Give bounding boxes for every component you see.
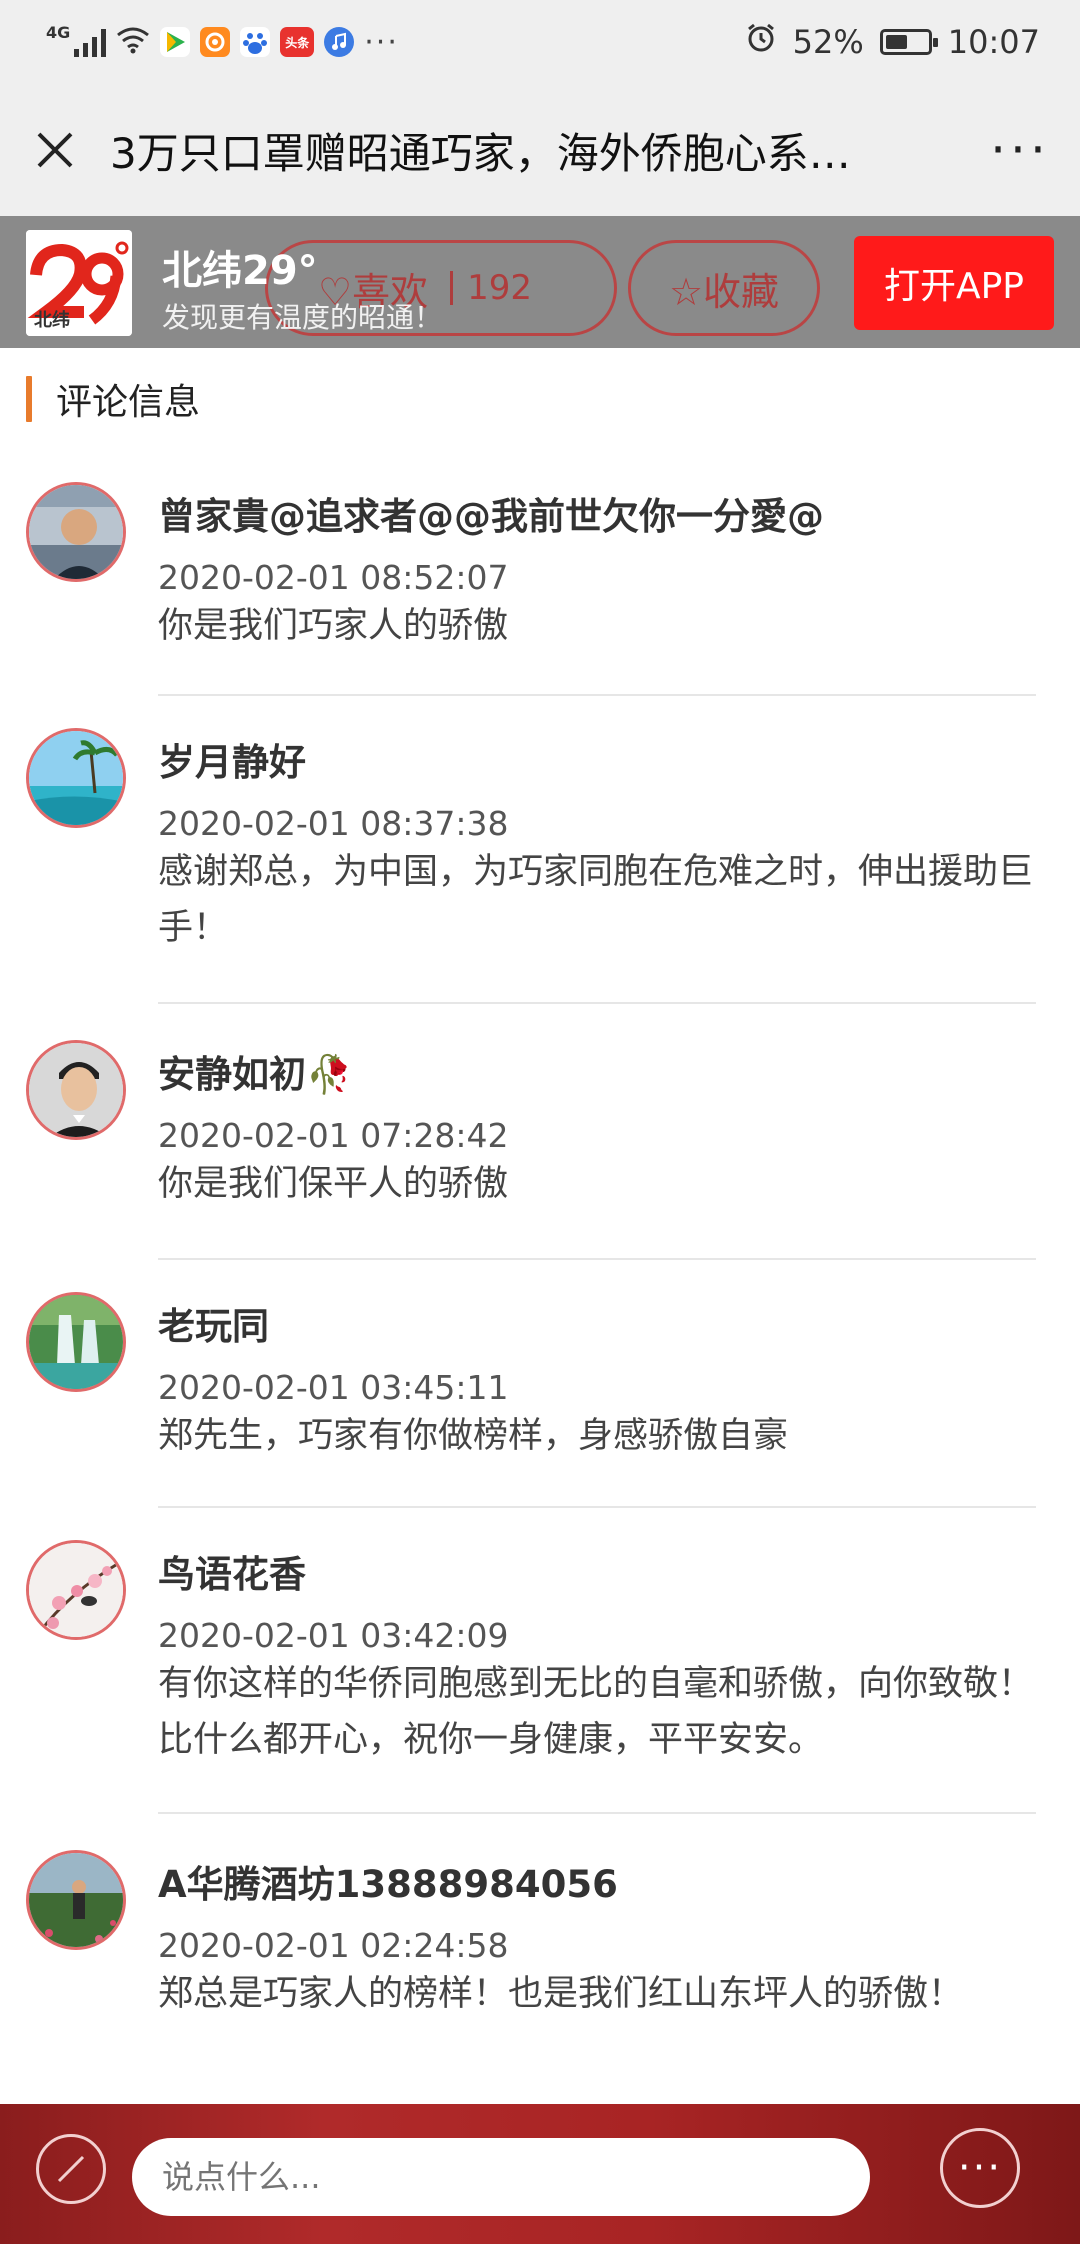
blossom-avatar[interactable] xyxy=(26,1540,126,1640)
pen-icon xyxy=(57,2155,85,2183)
comment-author[interactable]: 曾家貴@追求者@@我前世欠你一分愛@ xyxy=(158,486,824,540)
waterfall-avatar[interactable] xyxy=(26,1292,126,1392)
title-bar: 3万只口罩赠昭通巧家，海外侨胞心系… ··· xyxy=(0,84,1080,216)
status-bar: 4G 头条 ··· 52% 10:07 xyxy=(0,0,1080,84)
comment-divider xyxy=(158,1812,1036,1814)
comment-text: 郑先生，巧家有你做榜样，身感骄傲自豪 xyxy=(158,1416,789,1456)
close-icon xyxy=(37,132,73,168)
comment-divider xyxy=(158,1506,1036,1508)
comment-author[interactable]: A华腾酒坊13888984056 xyxy=(158,1854,618,1908)
more-notifications-icon: ··· xyxy=(364,24,399,60)
more-options-button[interactable]: ··· xyxy=(960,84,1080,216)
toutiao-icon: 头条 xyxy=(280,27,315,57)
logo-text: 北纬 xyxy=(34,310,70,331)
app-banner: 北纬 ♡喜欢 192 ☆收藏 北纬29° 发现更有温度的昭通！ 打开APP xyxy=(0,216,1080,348)
page-title: 3万只口罩赠昭通巧家，海外侨胞心系… xyxy=(110,128,851,178)
section-header: 评论信息 xyxy=(0,348,1080,450)
write-comment-button[interactable] xyxy=(36,2134,106,2204)
video-app-icon xyxy=(160,27,191,57)
comment-time: 2020-02-01 02:24:58 xyxy=(158,1926,509,1965)
comment-time: 2020-02-01 03:45:11 xyxy=(158,1368,509,1407)
beach-avatar[interactable] xyxy=(26,728,126,828)
open-app-button[interactable]: 打开APP xyxy=(854,236,1054,330)
baidu-icon xyxy=(240,27,271,57)
comment-time: 2020-02-01 08:37:38 xyxy=(158,804,509,843)
music-icon xyxy=(324,27,355,57)
comment-author[interactable]: 鸟语花香 xyxy=(158,1544,306,1598)
wifi-icon xyxy=(116,26,150,58)
signal-icon xyxy=(74,27,107,57)
alarm-icon xyxy=(745,22,777,62)
comment-text: 郑总是巧家人的榜样！也是我们红山东坪人的骄傲！ xyxy=(158,1974,964,2014)
battery-fill xyxy=(885,35,907,49)
comment-input-bar: ··· xyxy=(0,2104,1080,2244)
comment-input[interactable] xyxy=(132,2138,870,2216)
status-left: 4G 头条 ··· xyxy=(46,25,399,60)
comment-divider xyxy=(158,1002,1036,1004)
close-button[interactable] xyxy=(0,84,110,216)
brand-name: 北纬29° xyxy=(162,248,318,294)
portrait-avatar[interactable] xyxy=(26,1040,126,1140)
like-count: 192 xyxy=(450,271,532,305)
favorite-label: ☆收藏 xyxy=(668,269,780,314)
comment-divider xyxy=(158,694,1036,696)
clock: 10:07 xyxy=(947,23,1040,61)
comment-author[interactable]: 安静如初🥀 xyxy=(158,1044,352,1098)
comment-author[interactable]: 岁月静好 xyxy=(158,732,306,786)
comment-time: 2020-02-01 07:28:42 xyxy=(158,1116,509,1155)
uc-browser-icon xyxy=(200,27,231,57)
section-accent-bar xyxy=(26,376,32,422)
brand-slogan: 发现更有温度的昭通！ xyxy=(162,301,443,334)
section-title: 评论信息 xyxy=(56,382,201,423)
comment-text: 感谢郑总，为中国，为巧家同胞在危难之时，伸出援助巨手！ xyxy=(158,852,1034,948)
comment-text: 你是我们保平人的骄傲 xyxy=(158,1164,509,1204)
comment-time: 2020-02-01 08:52:07 xyxy=(158,558,509,597)
network-type: 4G xyxy=(46,23,71,42)
status-right: 52% 10:07 xyxy=(745,22,1040,62)
comment-time: 2020-02-01 03:42:09 xyxy=(158,1616,509,1655)
more-actions-button[interactable]: ··· xyxy=(940,2128,1020,2208)
battery-icon xyxy=(879,29,938,55)
favorite-button[interactable]: ☆收藏 xyxy=(628,240,820,336)
comment-text: 有你这样的华侨同胞感到无比的自毫和骄傲，向你致敬！比什么都开心，祝你一身健康，平… xyxy=(158,1664,1034,1760)
brand-logo: 北纬 xyxy=(26,230,132,336)
comment-author[interactable]: 老玩同 xyxy=(158,1296,269,1350)
comment-divider xyxy=(158,1258,1036,1260)
comment-text: 你是我们巧家人的骄傲 xyxy=(158,606,509,646)
person-avatar[interactable] xyxy=(26,482,126,582)
battery-percent: 52% xyxy=(792,23,864,61)
field-avatar[interactable] xyxy=(26,1850,126,1950)
